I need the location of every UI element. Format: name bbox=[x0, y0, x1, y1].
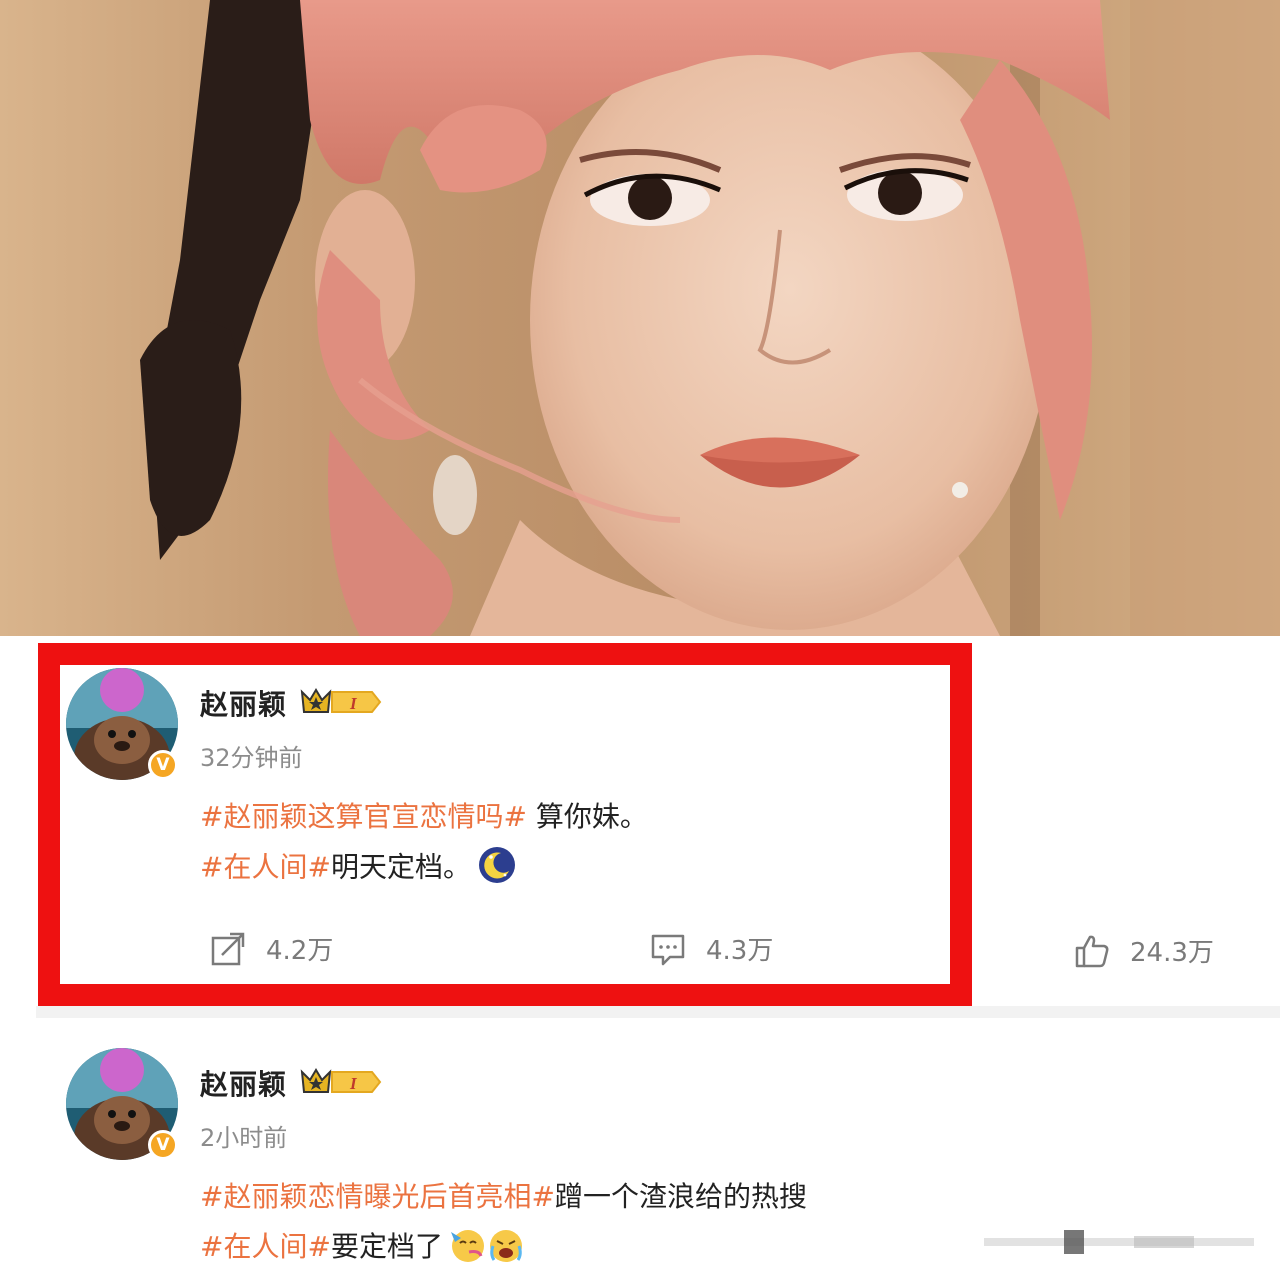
thumbs-up-icon bbox=[1075, 935, 1109, 967]
verified-badge: V bbox=[148, 1130, 178, 1160]
feed-divider bbox=[36, 1006, 1280, 1018]
post-line: #在人间#明天定档。 bbox=[200, 845, 517, 892]
moon-emoji-icon bbox=[477, 845, 517, 892]
post-line: #赵丽颖恋情曝光后首亮相#蹭一个渣浪给的热搜 bbox=[200, 1175, 807, 1215]
verified-badge: V bbox=[148, 750, 178, 780]
repost-icon bbox=[211, 932, 245, 965]
repost-count: 4.2万 bbox=[266, 936, 334, 966]
hashtag-link[interactable]: #赵丽颖恋情曝光后首亮相# bbox=[200, 1180, 555, 1213]
portrait-photo bbox=[0, 0, 1280, 636]
comment-button[interactable]: 4.3万 bbox=[650, 930, 773, 967]
crying-laugh-emoji-icon bbox=[487, 1226, 525, 1271]
author-name[interactable]: 赵丽颖 bbox=[200, 1063, 287, 1103]
repost-button[interactable]: 4.2万 bbox=[210, 930, 333, 967]
like-button[interactable]: 24.3万 bbox=[1074, 932, 1214, 969]
post-text: 要定档了 bbox=[330, 1230, 443, 1263]
post-text: 蹭一个渣浪给的热搜 bbox=[554, 1180, 807, 1213]
author-name[interactable]: 赵丽颖 bbox=[200, 683, 287, 723]
watermark-logo bbox=[984, 1230, 1254, 1254]
post-line: #在人间#要定档了 bbox=[200, 1225, 525, 1271]
hashtag-link[interactable]: #在人间# bbox=[200, 851, 331, 884]
hashtag-link[interactable]: #赵丽颖这算官宣恋情吗# bbox=[200, 800, 527, 833]
comment-icon bbox=[651, 934, 685, 965]
like-count: 24.3万 bbox=[1130, 938, 1214, 968]
vip-crown-icon: I bbox=[300, 688, 382, 713]
party-face-emoji-icon bbox=[449, 1226, 487, 1271]
post-time: 2小时前 bbox=[200, 1124, 288, 1152]
vip-crown-icon: I bbox=[300, 1068, 382, 1093]
post-text: 算你妹。 bbox=[526, 800, 648, 833]
post-line: #赵丽颖这算官宣恋情吗# 算你妹。 bbox=[200, 795, 648, 835]
post-text: 明天定档。 bbox=[330, 850, 471, 884]
comment-count: 4.3万 bbox=[706, 936, 774, 966]
hashtag-link[interactable]: #在人间# bbox=[200, 1230, 331, 1263]
post-time: 32分钟前 bbox=[200, 744, 303, 772]
